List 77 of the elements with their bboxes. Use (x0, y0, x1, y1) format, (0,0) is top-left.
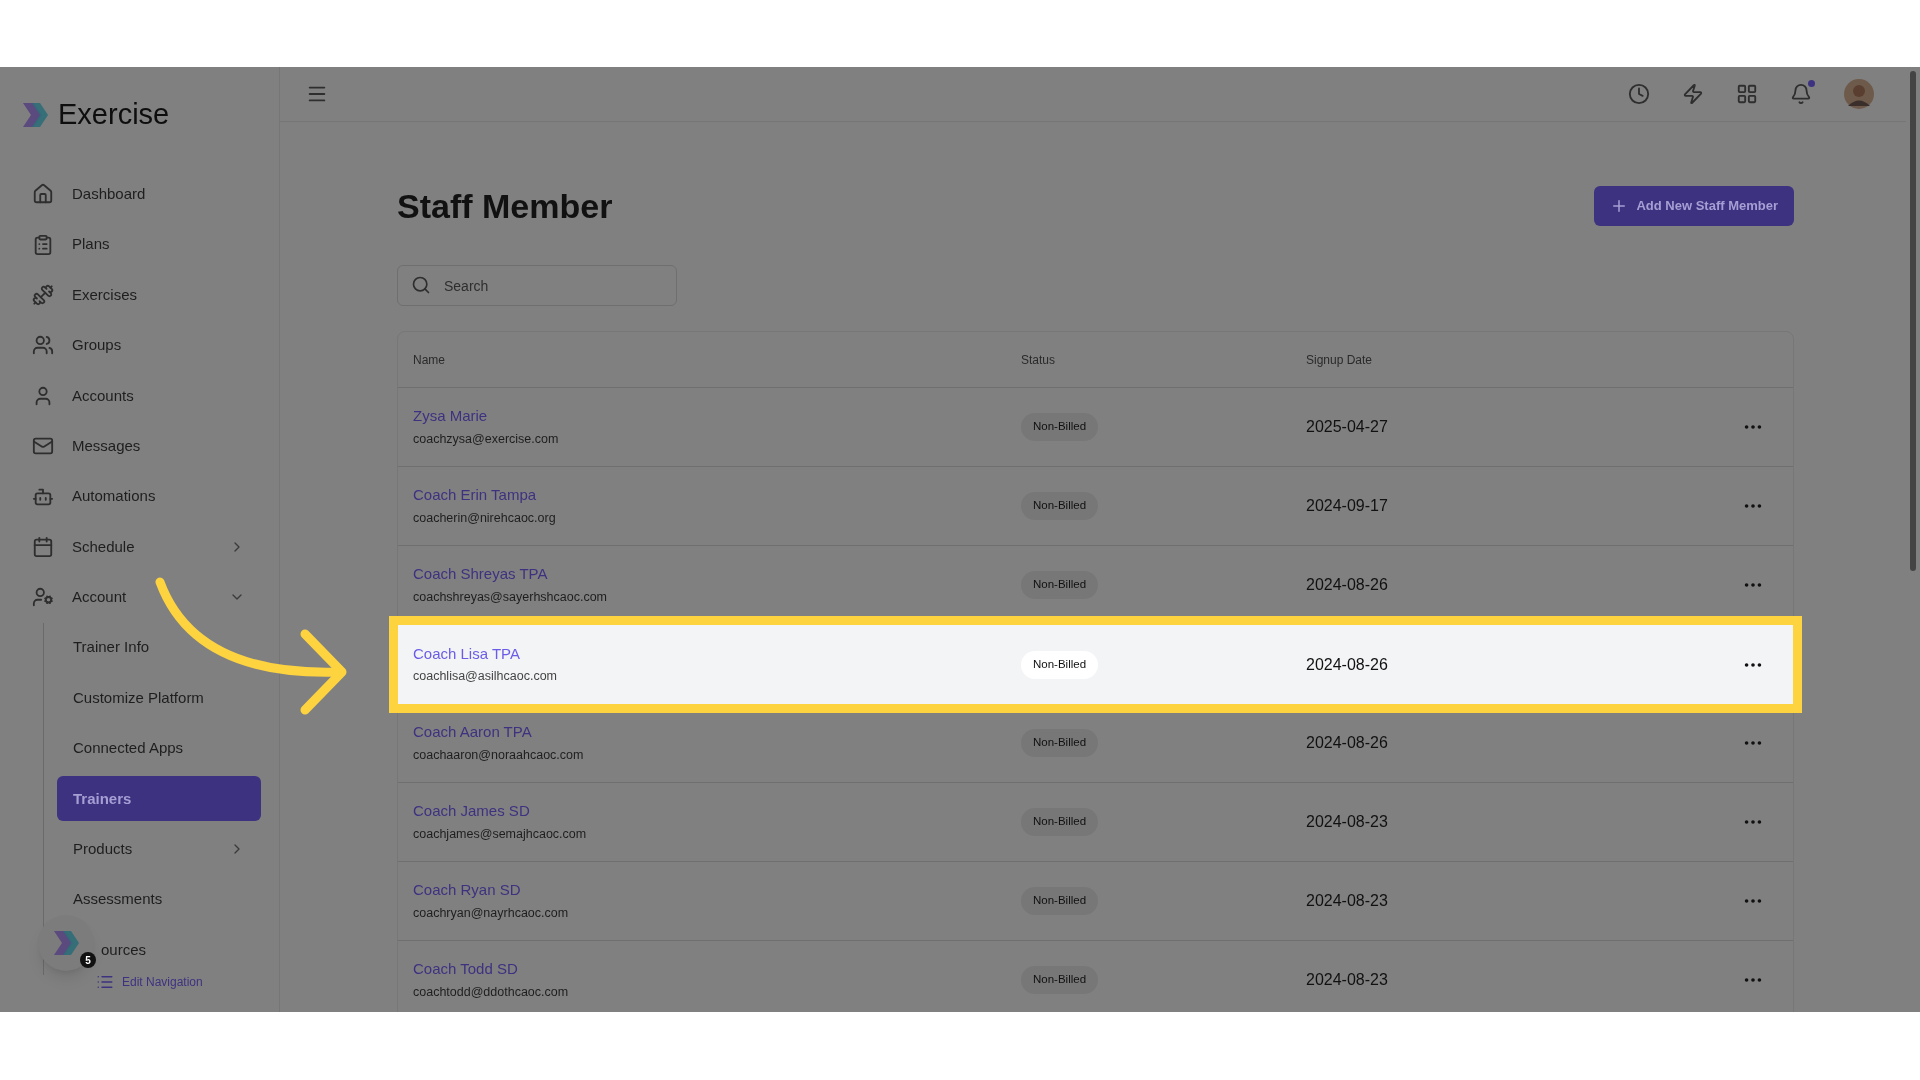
nav-item[interactable]: Schedule (0, 521, 279, 573)
add-staff-button[interactable]: Add New Staff Member (1594, 186, 1794, 226)
staff-email: coachryan@nayrhcaoc.com (413, 904, 570, 922)
staff-name-link[interactable]: Coach Erin Tampa (413, 484, 1021, 507)
nav-subitem[interactable]: Connected Apps (57, 725, 261, 771)
nav-item[interactable]: Messages (0, 420, 279, 472)
signup-date: 2024-09-17 (1306, 496, 1389, 516)
nav-subitem[interactable]: Trainers (57, 776, 261, 822)
status-pill: Non-Billed (1021, 650, 1099, 679)
staff-name-link[interactable]: Zysa Marie (413, 405, 1021, 428)
nav-item[interactable]: Groups (0, 320, 279, 371)
staff-name-link[interactable]: Coach Shreyas TPA (413, 563, 1021, 586)
edit-navigation-link[interactable]: Edit Navigation (96, 973, 203, 991)
staff-name-link[interactable]: Coach Lisa TPA (413, 642, 1021, 666)
column-header: Status (1021, 351, 1057, 369)
avatar[interactable] (1844, 79, 1874, 109)
table-row[interactable]: Coach James SD coachjames@semajhcaoc.com Non-Billed 2024-08-23 (398, 783, 1793, 862)
nav-item[interactable]: Accounts (0, 370, 279, 421)
signup-date: 2024-08-26 (1306, 575, 1389, 595)
table-row[interactable]: Zysa Marie coachzysa@exercise.com Non-Billed 2025-04-27 (398, 388, 1793, 467)
staff-email: coachshreyas@sayerhshcaoc.com (413, 588, 609, 606)
signup-date: 2024-08-23 (1306, 970, 1389, 990)
signup-date: 2024-08-26 (1306, 733, 1389, 753)
status-pill: Non-Billed (1021, 413, 1099, 441)
page-title: Staff Member (397, 185, 613, 227)
nav-item[interactable]: Dashboard (0, 169, 279, 220)
staff-email: coacherin@nirehcaoc.org (413, 509, 557, 527)
status-pill: Non-Billed (1021, 887, 1099, 915)
logo-icon (51, 928, 81, 958)
user-gear-icon (32, 586, 54, 609)
grid-icon[interactable] (1736, 83, 1758, 105)
staff-email: coachjames@semajhcaoc.com (413, 825, 588, 843)
clipboard-icon (32, 233, 54, 256)
floating-widget[interactable]: 5 (38, 915, 94, 971)
table-row[interactable]: Coach Aaron TPA coachaaron@noraahcaoc.com Non-Billed 2024-08-26 (398, 704, 1793, 783)
staff-name-link[interactable]: Coach Aaron TPA (413, 721, 1021, 744)
search-icon (411, 275, 431, 295)
dumbbell-icon (32, 283, 54, 306)
nav-item[interactable]: Exercises (0, 269, 279, 321)
count-badge: 5 (80, 952, 96, 968)
column-header: Name (413, 351, 446, 369)
nav-subitem[interactable]: ources (101, 927, 261, 973)
nav-subitem[interactable]: Trainer Info (57, 625, 261, 671)
calendar-icon (32, 535, 54, 558)
staff-email: coachlisa@asilhcaoc.com (413, 668, 558, 686)
signup-date: 2025-04-27 (1306, 417, 1389, 437)
staff-name-link[interactable]: Coach Todd SD (413, 958, 1021, 981)
list-icon (96, 973, 114, 991)
status-pill: Non-Billed (1021, 571, 1099, 599)
nav-item[interactable]: Account (0, 572, 279, 623)
staff-email: coachtodd@ddothcaoc.com (413, 983, 570, 1001)
house-icon (32, 183, 54, 206)
users-icon (32, 334, 54, 357)
staff-name-link[interactable]: Coach Ryan SD (413, 879, 1021, 902)
lightning-icon[interactable] (1682, 83, 1704, 105)
table-row[interactable]: Coach Erin Tampa coacherin@nirehcaoc.org Non-Billed 2024-09-17 (398, 467, 1793, 546)
column-header: Signup Date (1306, 351, 1373, 369)
nav-item[interactable]: Plans (0, 219, 279, 270)
signup-date: 2024-08-23 (1306, 891, 1389, 911)
status-pill: Non-Billed (1021, 492, 1099, 520)
logo-icon (20, 100, 50, 130)
signup-date: 2024-08-23 (1306, 812, 1389, 832)
bell-icon[interactable] (1790, 83, 1812, 105)
staff-email: coachaaron@noraahcaoc.com (413, 746, 585, 764)
status-pill: Non-Billed (1021, 729, 1099, 757)
staff-email: coachzysa@exercise.com (413, 430, 560, 448)
nav-subitem[interactable]: Products (57, 826, 261, 872)
search-field[interactable]: Search (397, 265, 677, 306)
table-row[interactable]: Coach Ryan SD coachryan@nayrhcaoc.com Non-Billed 2024-08-23 (398, 862, 1793, 941)
signup-date: 2024-08-26 (1306, 654, 1389, 675)
status-pill: Non-Billed (1021, 966, 1099, 994)
brand-name: Exercise (58, 97, 170, 133)
status-pill: Non-Billed (1021, 808, 1099, 836)
nav-subitem[interactable]: Customize Platform (57, 675, 261, 721)
staff-name-link[interactable]: Coach James SD (413, 800, 1021, 823)
clock-icon[interactable] (1628, 83, 1650, 105)
nav-item[interactable]: Automations (0, 471, 279, 522)
